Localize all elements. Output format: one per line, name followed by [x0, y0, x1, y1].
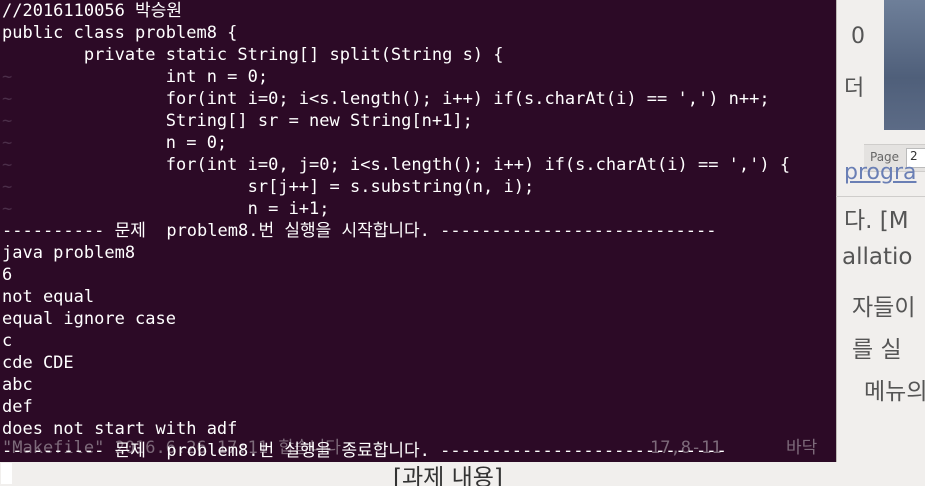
doc-fragment: allatio — [842, 244, 913, 270]
terminal-line: abc — [2, 375, 33, 395]
background-document-bottom: [과제 내용] — [0, 462, 925, 486]
terminal-line: cde CDE — [2, 353, 74, 373]
vim-tilde: ~ — [2, 133, 13, 153]
window-divider — [836, 0, 837, 486]
doc-fragment: 자들이 — [852, 295, 916, 321]
terminal-line: for(int i=0; i<s.length(); i++) if(s.cha… — [2, 89, 770, 109]
run-end-banner: ---------- 문제 problem8.번 실행을 종료합니다. ----… — [2, 441, 727, 461]
doc-link-fragment[interactable]: progra — [844, 160, 916, 185]
run-start-banner: ---------- 문제 problem8.번 실행을 시작합니다. ----… — [2, 221, 717, 241]
terminal-line: //2016110056 박승원 — [2, 1, 182, 21]
terminal-line: public class problem8 { — [2, 23, 238, 43]
vim-status-scroll: 바닥 — [786, 438, 818, 458]
terminal-line: n = 0; — [2, 133, 228, 153]
terminal-line: for(int i=0, j=0; i<s.length(); i++) if(… — [2, 155, 791, 175]
terminal-line: sr[j++] = s.substring(n, i); — [2, 177, 535, 197]
terminal-line: private static String[] split(String s) … — [2, 45, 504, 65]
vim-tilde: ~ — [2, 155, 13, 175]
doc-fragment: 메뉴의 — [864, 379, 925, 405]
terminal-line: def — [2, 397, 33, 417]
terminal-line: 6 — [2, 265, 13, 285]
vim-tilde: ~ — [2, 199, 13, 219]
vim-tilde: ~ — [2, 67, 13, 87]
terminal-window[interactable]: //2016110056 박승원 public class problem8 {… — [0, 0, 836, 462]
vim-tilde: ~ — [2, 177, 13, 197]
doc-fragment: 다. [M — [844, 208, 909, 234]
document-image — [884, 0, 925, 130]
background-document-window: 0 더 Page 2 progra 다. [M allatio 자들이 를 실 … — [836, 0, 925, 486]
terminal-line: c — [2, 331, 13, 351]
doc-heading: [과제 내용] — [393, 465, 503, 486]
terminal-cursor — [1, 463, 12, 484]
terminal-line: n = i+1; — [2, 199, 330, 219]
vim-tilde: ~ — [2, 111, 13, 131]
doc-fragment: 0 — [851, 24, 865, 49]
terminal-line: int n = 0; — [2, 67, 269, 87]
doc-fragment: 를 실 — [852, 337, 902, 363]
terminal-line: not equal — [2, 287, 95, 307]
doc-fragment: 더 — [844, 76, 865, 101]
terminal-line: equal ignore case — [2, 309, 176, 329]
terminal-line: java problem8 — [2, 243, 136, 263]
terminal-line: String[] sr = new String[n+1]; — [2, 111, 473, 131]
doc-rule — [836, 196, 925, 197]
vim-tilde: ~ — [2, 89, 13, 109]
